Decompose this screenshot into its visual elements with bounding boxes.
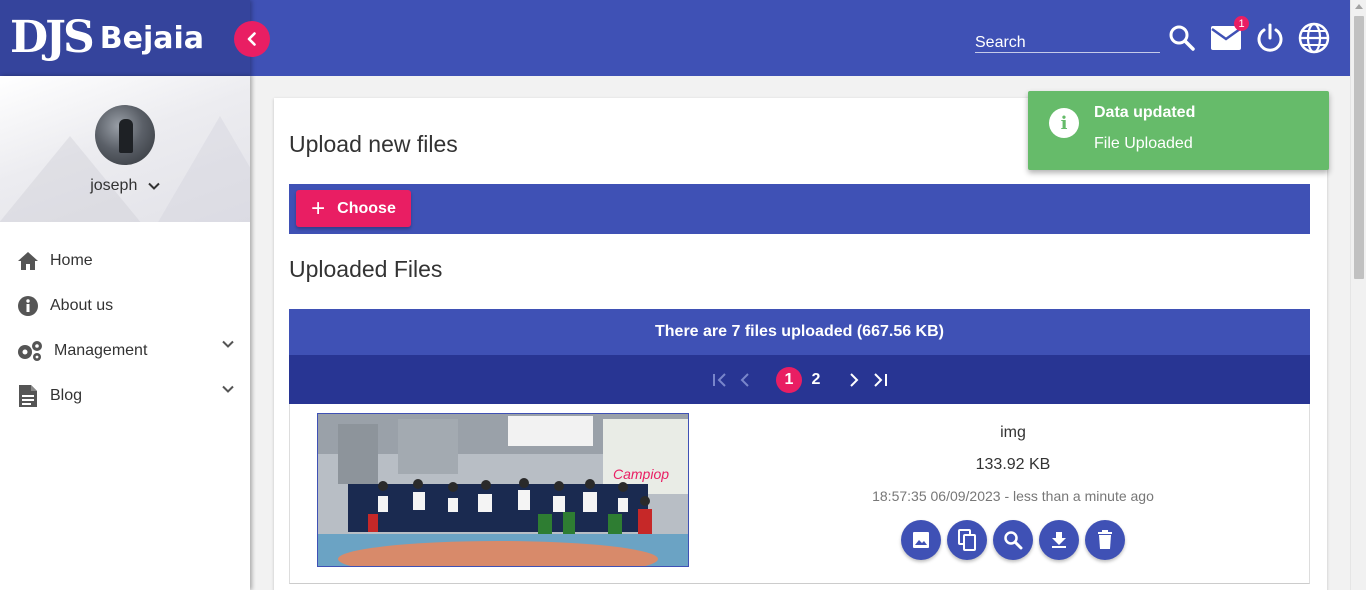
power-icon [1257, 23, 1283, 52]
first-page-icon [713, 373, 726, 387]
previous-page-button[interactable] [732, 367, 758, 393]
choose-button-label: Choose [337, 199, 396, 217]
brand-area: DJS Bejaia [0, 0, 250, 76]
toast-notification[interactable]: i Data updated File Uploaded [1028, 91, 1329, 170]
sidebar-item-home[interactable]: Home [0, 238, 250, 283]
upload-title: Upload new files [289, 131, 458, 157]
document-icon [16, 384, 40, 408]
sidebar-item-label: Blog [50, 386, 83, 404]
upload-toolbar: + Choose [289, 184, 1310, 234]
sidebar-item-label: About us [50, 296, 114, 314]
sidebar-item-management[interactable]: Management [0, 328, 250, 373]
language-button[interactable] [1298, 22, 1330, 54]
files-summary: There are 7 files uploaded (667.56 KB) [289, 309, 1310, 355]
logo-name: Bejaia [99, 20, 205, 56]
search-button[interactable] [1166, 22, 1198, 54]
view-image-button[interactable] [901, 520, 941, 560]
sidebar-item-label: Home [50, 251, 93, 269]
sidebar-item-label: Management [54, 341, 148, 359]
sidebar-item-about[interactable]: About us [0, 283, 250, 328]
svg-text:Campiop: Campiop [613, 466, 669, 482]
image-icon [913, 532, 929, 548]
file-thumbnail[interactable]: Campiop [317, 413, 689, 567]
search-icon [1169, 25, 1195, 51]
gears-icon [16, 339, 44, 363]
file-manager-card: Upload new files + Choose Uploaded Files… [274, 98, 1327, 590]
scroll-up-arrow[interactable] [1355, 4, 1363, 9]
globe-icon [1298, 22, 1330, 54]
sidebar: joseph Home About us Management Blog [0, 76, 250, 590]
delete-button[interactable] [1085, 520, 1125, 560]
copy-link-button[interactable] [947, 520, 987, 560]
zoom-button[interactable] [993, 520, 1033, 560]
home-icon [16, 249, 40, 273]
paginator: 1 2 [289, 355, 1310, 404]
chevron-down-icon [222, 340, 234, 348]
top-bar: DJS Bejaia 1 [0, 0, 1350, 76]
download-icon [1052, 532, 1066, 548]
sidebar-nav: Home About us Management Blog [0, 238, 250, 418]
file-name: img [1000, 424, 1026, 441]
user-menu[interactable]: joseph [0, 177, 250, 195]
logout-button[interactable] [1254, 22, 1286, 54]
search-input[interactable] [975, 33, 1160, 52]
profile-panel: joseph [0, 76, 250, 222]
username-label: joseph [90, 177, 138, 194]
page-2-button[interactable]: 2 [803, 367, 829, 393]
toast-message: File Uploaded [1094, 135, 1193, 152]
search-field[interactable] [975, 33, 1160, 53]
download-button[interactable] [1039, 520, 1079, 560]
next-page-button[interactable] [841, 367, 867, 393]
copy-icon [958, 529, 976, 551]
mail-count-badge: 1 [1234, 16, 1249, 31]
chevron-down-icon [222, 385, 234, 393]
plus-icon: + [311, 194, 326, 222]
toast-title: Data updated [1094, 104, 1196, 121]
logo-mark: DJS [10, 12, 95, 63]
collapse-sidebar-button[interactable] [234, 21, 270, 57]
info-icon [16, 294, 40, 318]
background-shape [150, 116, 250, 222]
delete-icon [1098, 530, 1112, 549]
first-page-button[interactable] [707, 367, 733, 393]
file-actions [901, 520, 1125, 560]
info-icon: i [1049, 108, 1079, 138]
scrollbar-thumb[interactable] [1354, 16, 1364, 279]
file-row: Campiop img 133.92 KB 18:57:35 06/09/202… [289, 404, 1310, 584]
sidebar-item-blog[interactable]: Blog [0, 373, 250, 418]
file-size: 133.92 KB [975, 456, 1051, 473]
chevron-left-icon [740, 373, 749, 387]
page-scrollbar[interactable] [1350, 0, 1366, 590]
chevron-left-icon [247, 32, 256, 46]
logo[interactable]: DJS Bejaia [10, 12, 204, 64]
uploaded-files-title: Uploaded Files [289, 256, 443, 282]
photo-image: Campiop [318, 414, 688, 566]
zoom-icon [1004, 531, 1023, 550]
choose-file-button[interactable]: + Choose [296, 190, 411, 227]
last-page-icon [874, 373, 887, 387]
chevron-right-icon [850, 373, 859, 387]
avatar[interactable] [95, 105, 155, 165]
file-date: 18:57:35 06/09/2023 - less than a minute… [872, 488, 1154, 504]
page-1-button[interactable]: 1 [776, 367, 802, 393]
avatar-figure [119, 119, 133, 153]
chevron-down-icon [148, 182, 160, 190]
last-page-button[interactable] [867, 367, 893, 393]
